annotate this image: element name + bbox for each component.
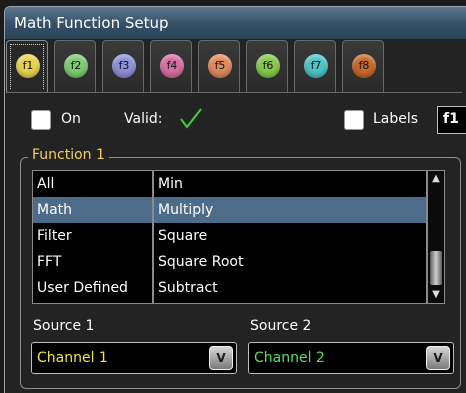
- source2-select[interactable]: Channel 2 V: [248, 342, 454, 374]
- scroll-down-icon[interactable]: ▼: [428, 287, 444, 303]
- category-list-item[interactable]: User Defined: [33, 275, 152, 301]
- category-list[interactable]: All Math Filter FFT User Defined: [32, 170, 153, 304]
- tab-f1[interactable]: f1: [6, 40, 48, 92]
- tab-f3[interactable]: f3: [102, 40, 144, 92]
- title-bar[interactable]: Math Function Setup: [5, 7, 466, 40]
- valid-label: Valid:: [124, 111, 163, 127]
- tab-f3-badge: f3: [112, 54, 136, 78]
- checkmark-icon: [178, 106, 204, 134]
- labels-name-value: f1: [443, 111, 459, 127]
- chevron-down-icon[interactable]: V: [209, 346, 233, 370]
- function-list[interactable]: Min Multiply Square Square Root Subtract: [153, 170, 427, 304]
- tab-f6-badge: f6: [256, 54, 280, 78]
- function-list-scrollbar[interactable]: ▲ ▼: [427, 170, 445, 304]
- tab-f2-badge: f2: [64, 54, 88, 78]
- tab-f8[interactable]: f8: [342, 40, 384, 92]
- category-list-item[interactable]: Math: [33, 197, 152, 223]
- labels-name-input[interactable]: f1: [437, 106, 466, 134]
- labels-checkbox[interactable]: [344, 110, 364, 130]
- tab-f4[interactable]: f4: [150, 40, 192, 92]
- function-group-title: Function 1: [28, 147, 109, 163]
- function-list-item[interactable]: Multiply: [154, 197, 426, 223]
- source1-select[interactable]: Channel 1 V: [31, 342, 237, 374]
- tab-f5-badge: f5: [208, 54, 232, 78]
- function-list-item[interactable]: Min: [154, 171, 426, 197]
- category-list-item[interactable]: Filter: [33, 223, 152, 249]
- source2-label: Source 2: [250, 318, 312, 334]
- on-label: On: [61, 111, 81, 127]
- tab-strip-divider: [6, 92, 462, 93]
- tab-f8-badge: f8: [352, 54, 376, 78]
- labels-label: Labels: [373, 111, 419, 127]
- tab-f4-badge: f4: [160, 54, 184, 78]
- scroll-thumb[interactable]: [430, 251, 442, 285]
- source1-value: Channel 1: [37, 350, 108, 366]
- tab-f6[interactable]: f6: [246, 40, 288, 92]
- tab-f7[interactable]: f7: [294, 40, 336, 92]
- category-list-item[interactable]: FFT: [33, 249, 152, 275]
- source1-label: Source 1: [33, 318, 95, 334]
- source2-value: Channel 2: [254, 350, 325, 366]
- tab-f1-badge: f1: [16, 54, 40, 78]
- category-list-item[interactable]: All: [33, 171, 152, 197]
- function-list-item[interactable]: Square: [154, 223, 426, 249]
- window-title: Math Function Setup: [14, 14, 169, 32]
- tab-f2[interactable]: f2: [54, 40, 96, 92]
- tab-f5[interactable]: f5: [198, 40, 240, 92]
- scroll-up-icon[interactable]: ▲: [428, 171, 444, 187]
- function-tab-strip: f1 f2 f3 f4 f5 f6 f7 f8: [6, 40, 462, 92]
- chevron-down-icon[interactable]: V: [426, 346, 450, 370]
- tab-f7-badge: f7: [304, 54, 328, 78]
- function-list-item[interactable]: Subtract: [154, 275, 426, 301]
- function-list-item[interactable]: Square Root: [154, 249, 426, 275]
- on-checkbox[interactable]: [31, 110, 51, 130]
